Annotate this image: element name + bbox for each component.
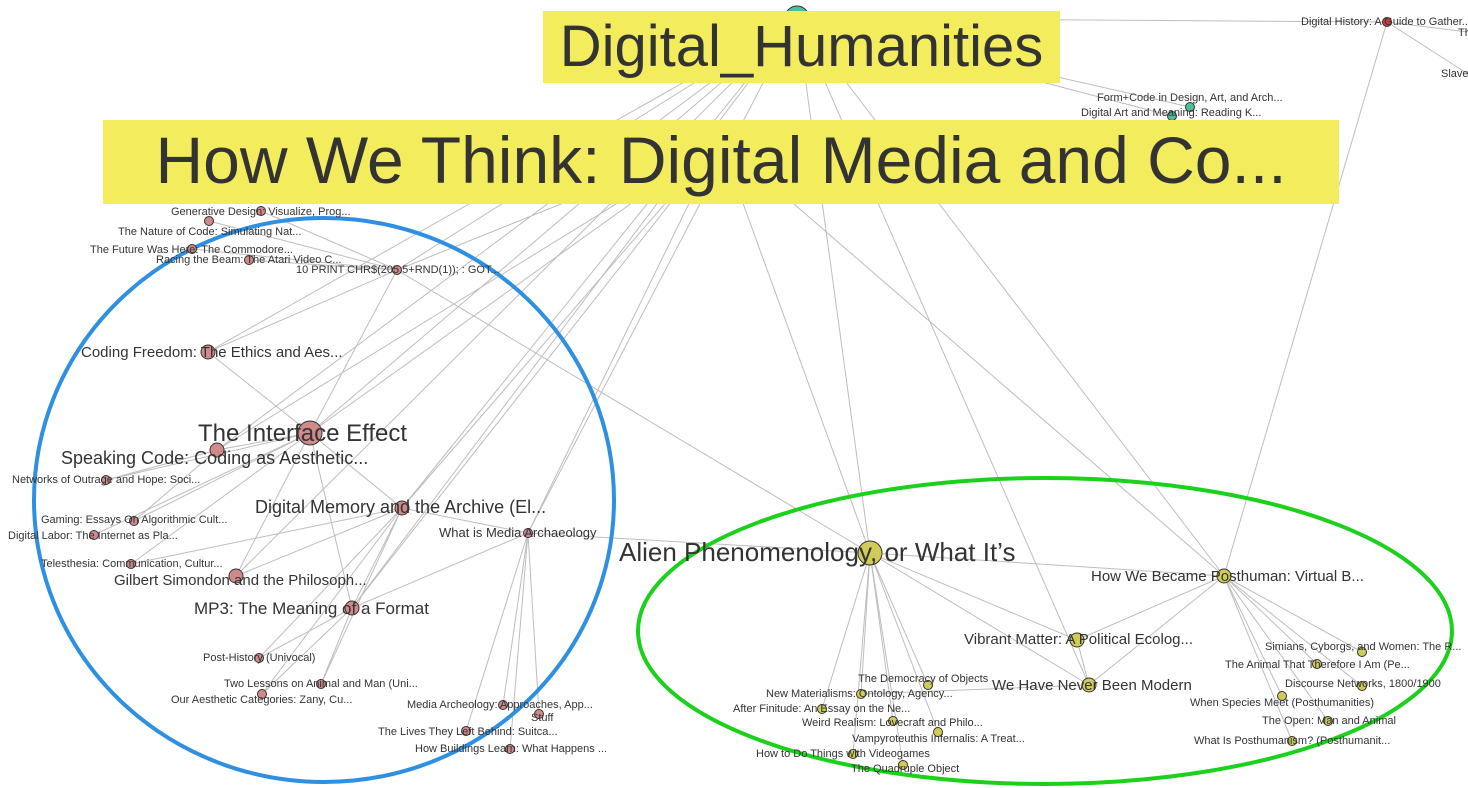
node-label-interface: The Interface Effect: [198, 420, 407, 447]
node-label-th-cut: Th: [1458, 27, 1468, 39]
edge-10print-codingfree: [207, 269, 398, 353]
node-label-gaming: Gaming: Essays On Algorithmic Cult...: [41, 514, 227, 526]
edge-dh-mediaarch: [527, 17, 798, 534]
node-label-aesthetic: Our Aesthetic Categories: Zany, Cu...: [171, 694, 352, 706]
edge-dh-mp3: [351, 17, 798, 609]
edge-digmemory-simondon: [235, 507, 403, 577]
edge-mediaarch-stuff: [527, 532, 540, 715]
node-label-natcode: The Nature of Code: Simulating Nat...: [118, 226, 301, 238]
node-label-outrage: Networks of Outrage and Hope: Soci...: [12, 474, 200, 486]
node-label-species: When Species Meet (Posthumanities): [1190, 697, 1374, 709]
node-label-vibrant: Vibrant Matter: A Political Ecolog...: [964, 631, 1193, 648]
edge-dig-history-posthuman: [1223, 21, 1388, 577]
node-label-10print: 10 PRINT CHR$(205.5+RND(1)); : GOT...: [296, 264, 500, 276]
node-label-videogames: How to Do Things with Videogames: [756, 748, 930, 760]
node-label-alien: Alien Phenomenology, or What It’s: [619, 537, 1015, 567]
node-label-buildings: How Buildings Learn: What Happens ...: [415, 743, 607, 755]
edge-dh-nevermodern: [796, 17, 1090, 686]
node-label-finitude: After Finitude: An Essay on the Ne...: [733, 703, 910, 715]
node-label-newmat: New Materialisms: Ontology, Agency...: [766, 688, 953, 700]
node-label-digart: Digital Art and Meaning: Reading K...: [1081, 107, 1261, 119]
node-label-dig-history: Digital History: A Guide to Gather...: [1301, 16, 1468, 28]
node-label-animal: The Animal That Therefore I Am (Pe...: [1225, 659, 1410, 671]
edge-digmemory-twolessons: [320, 507, 403, 685]
node-label-livesleft: The Lives They Left Behind: Suitca...: [378, 726, 558, 738]
edge-alien-finitude: [821, 552, 871, 710]
node-label-weird: Weird Realism: Lovecraft and Philo...: [802, 717, 983, 729]
edge-alien-nevermodern: [869, 552, 1090, 686]
edge-mediaarch-mp3: [351, 532, 529, 609]
edge-dh-simondon: [235, 17, 798, 577]
node-label-nevermodern: We Have Never Been Modern: [992, 677, 1192, 694]
node-label-stuff: Stuff: [531, 712, 554, 724]
node-label-digmemory: Digital Memory and the Archive (El...: [255, 497, 546, 517]
node-label-gendesign: Generative Design: Visualize, Prog...: [171, 206, 351, 218]
edge-dig-history-slave: [1386, 21, 1468, 75]
node-label-mediaarch2: Media Archeology: Approaches, App...: [407, 699, 593, 711]
node-label-mp3: MP3: The Meaning of a Format: [194, 599, 429, 618]
edge-dh-digmemory: [401, 17, 798, 509]
node-label-mediaarch: What is Media Archaeology: [439, 525, 597, 540]
node-label-simians: Simians, Cyborgs, and Women: The R...: [1265, 641, 1461, 653]
node-label-democracy: The Democracy of Objects: [858, 673, 989, 685]
edge-posthuman-species: [1223, 575, 1283, 697]
secondary-banner: How We Think: Digital Media and Co...: [103, 120, 1339, 204]
node-label-formcode: Form+Code in Design, Art, and Arch...: [1097, 92, 1283, 104]
node-label-codingfree: Coding Freedom: The Ethics and Aes...: [81, 344, 343, 361]
node-label-slave: Slave: [1441, 68, 1468, 80]
node-label-vampyro: Vampyroteuthis Infernalis: A Treat...: [852, 733, 1025, 745]
node-label-theopen: The Open: Man and Animal: [1262, 715, 1396, 727]
node-label-twolessons: Two Lessons on Animal and Man (Uni...: [224, 678, 418, 690]
node-label-simondon: Gilbert Simondon and the Philosoph...: [114, 572, 367, 589]
node-label-posthuman: How We Became Posthuman: Virtual B...: [1091, 568, 1364, 585]
node-label-speaking: Speaking Code: Coding as Aesthetic...: [61, 448, 368, 468]
edge-dh-alien: [796, 17, 871, 554]
primary-banner: Digital_Humanities: [543, 11, 1060, 83]
node-label-posthistory: Post-History (Univocal): [203, 652, 315, 664]
node-label-whatpost: What Is Posthumanism? (Posthumanit...: [1194, 735, 1390, 747]
node-label-quadruple: The Quadruple Object: [851, 763, 959, 775]
node-label-diglabor: Digital Labor: The Internet as Pla...: [8, 530, 178, 542]
node-label-telesthesia: Telesthesia: Communication, Cultur...: [41, 558, 223, 570]
network-graph: Digital History: A Guide to Gather...Th S…: [8, 5, 1468, 786]
edge-mp3-twolessons: [320, 607, 353, 685]
node-label-discourse: Discourse Networks, 1800/1900: [1285, 678, 1441, 690]
edge-digmemory-mp3: [351, 507, 403, 609]
